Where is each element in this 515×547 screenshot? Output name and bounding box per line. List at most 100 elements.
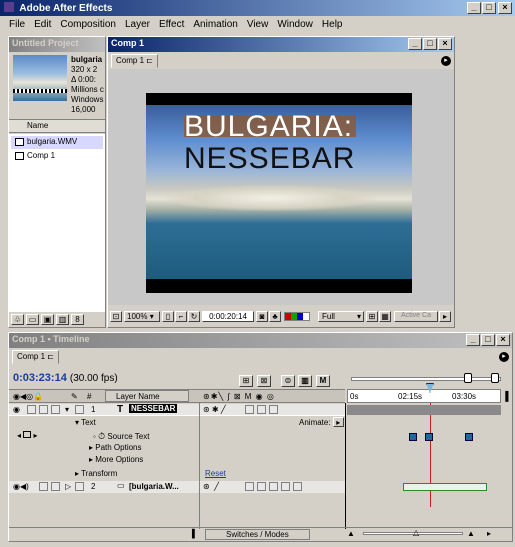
animate-arrow-icon[interactable]: ▸	[332, 417, 344, 427]
channel-icon[interactable]	[284, 312, 310, 321]
maximize-button[interactable]: □	[482, 2, 496, 14]
snapshot-icon[interactable]: ♣	[269, 311, 281, 322]
zoom-thumb-icon[interactable]: △	[413, 528, 419, 537]
label-icon[interactable]: ✎	[71, 392, 78, 401]
tab-timeline-comp[interactable]: Comp 1 ⊏	[12, 350, 59, 364]
switch-box[interactable]	[293, 482, 302, 491]
menu-item-view[interactable]: View	[247, 19, 269, 30]
switches-toggle-icon[interactable]: ▐	[189, 529, 195, 538]
grid-icon[interactable]: ⊡	[110, 311, 122, 322]
zoom-in-icon[interactable]: ▲	[467, 529, 475, 538]
layer-row[interactable]: ◉ ▾ 1 T NESSEBAR ⊛ ✱ ╱	[9, 404, 345, 416]
prop-source-text[interactable]: ◦ ⏱ Source Text	[93, 431, 149, 442]
lock-switch[interactable]	[51, 405, 60, 414]
motion-blur-icon[interactable]: M	[316, 375, 330, 387]
active-camera-select[interactable]: Active Ca	[394, 311, 438, 322]
comp-timecode[interactable]: 0:00:20:14	[202, 311, 254, 322]
av-features-icon[interactable]: ◉◀◎🔒	[13, 392, 43, 401]
region-icon[interactable]: ⊞	[366, 311, 378, 322]
scroll-arrow-icon[interactable]: ▸	[487, 529, 491, 538]
switch-box[interactable]	[257, 482, 266, 491]
comp-marker-icon[interactable]: ▐	[502, 391, 510, 401]
project-item[interactable]: Comp 1	[11, 150, 103, 163]
mask-icon[interactable]: ⌐	[175, 311, 187, 322]
rotate-icon[interactable]: ↻	[188, 311, 200, 322]
menu-item-animation[interactable]: Animation	[193, 19, 237, 30]
prop-text[interactable]: ▾ Text	[75, 418, 96, 427]
view-layout-icon[interactable]: ▸	[439, 311, 451, 322]
layer-name-header[interactable]: Layer Name	[105, 390, 189, 402]
timeline-minimize-button[interactable]: _	[466, 334, 480, 346]
layer-switches[interactable]: ⊛ ✱ ╱	[203, 405, 226, 414]
comp-flowchart-icon[interactable]: ⊞	[239, 375, 253, 387]
trash-icon[interactable]: ▥	[56, 314, 69, 325]
expand-triangle-icon[interactable]: ▷	[65, 482, 71, 491]
switch-box[interactable]	[257, 405, 266, 414]
zoom-out-icon[interactable]: ▲	[347, 529, 355, 538]
navigator-end-handle[interactable]	[491, 373, 499, 383]
keyframe[interactable]	[409, 433, 417, 441]
find-icon[interactable]: ♧	[11, 314, 24, 325]
keyframe[interactable]	[465, 433, 473, 441]
prop-transform[interactable]: ▸ Transform	[75, 469, 117, 478]
switches-icons[interactable]: ⊛✱╲ ∫ ⊠ M ◉ ◎	[203, 392, 275, 401]
navigator-start-handle[interactable]	[464, 373, 472, 383]
menu-item-help[interactable]: Help	[322, 19, 343, 30]
switch-box[interactable]	[245, 405, 254, 414]
layer-duration-bar[interactable]	[347, 405, 501, 415]
switch-box[interactable]	[245, 482, 254, 491]
timeline-maximize-button[interactable]: □	[481, 334, 495, 346]
switch-box[interactable]	[269, 482, 278, 491]
animate-menu[interactable]: Animate: ▸	[299, 417, 344, 427]
frame-blend-icon[interactable]: ▥	[298, 375, 312, 387]
menu-item-layer[interactable]: Layer	[125, 19, 150, 30]
menu-item-composition[interactable]: Composition	[60, 19, 116, 30]
safe-zones-icon[interactable]: ▯	[162, 311, 174, 322]
layer-name[interactable]: [bulgaria.W...	[129, 482, 179, 491]
switches-modes-toggle[interactable]: Switches / Modes	[205, 529, 310, 540]
prop-path-options[interactable]: ▸ Path Options	[89, 443, 142, 452]
eye-icon[interactable]: ◉	[13, 405, 20, 414]
folder-icon[interactable]: ▭	[26, 314, 39, 325]
depth-icon[interactable]: 8	[71, 314, 84, 325]
reset-link[interactable]: Reset	[205, 469, 226, 478]
solo-switch[interactable]	[39, 405, 48, 414]
keyframe-navigator[interactable]: ◂ ▸	[17, 431, 38, 440]
comp-minimize-button[interactable]: _	[408, 38, 422, 50]
project-item[interactable]: bulgaria.WMV	[11, 136, 103, 149]
menu-item-window[interactable]: Window	[277, 19, 313, 30]
label-color[interactable]	[75, 482, 84, 491]
menu-item-edit[interactable]: Edit	[34, 19, 51, 30]
time-navigator[interactable]	[351, 377, 501, 381]
zoom-select[interactable]: 100% ▾	[124, 311, 160, 322]
timeline-timecode[interactable]: 0:03:23:14 (30.00 fps)	[13, 372, 118, 384]
switch-box[interactable]	[281, 482, 290, 491]
audio-switch[interactable]	[27, 405, 36, 414]
resolution-select[interactable]: Full ▾	[318, 311, 364, 322]
keyframe[interactable]	[425, 433, 433, 441]
shy-icon[interactable]: ⊜	[281, 375, 295, 387]
tab-comp[interactable]: Comp 1 ⊏	[111, 54, 158, 68]
expand-triangle-icon[interactable]: ▾	[65, 405, 69, 414]
new-comp-icon[interactable]: ▣	[41, 314, 54, 325]
layer-in-out-bar[interactable]	[403, 483, 487, 491]
layer-name[interactable]: NESSEBAR	[129, 404, 178, 413]
close-button[interactable]: ×	[498, 2, 512, 14]
comp-menu-arrow-icon[interactable]: ▸	[441, 56, 451, 66]
draft-3d-icon[interactable]: ⊠	[257, 375, 271, 387]
minimize-button[interactable]: _	[467, 2, 481, 14]
solo-switch[interactable]	[39, 482, 48, 491]
eye-icon[interactable]: ◉◀)	[13, 482, 29, 491]
menu-item-file[interactable]: File	[9, 19, 25, 30]
camera-icon[interactable]: ◙	[256, 311, 268, 322]
transparency-icon[interactable]: ▦	[379, 311, 391, 322]
label-color[interactable]	[75, 405, 84, 414]
stopwatch-icon[interactable]: ⏱	[98, 431, 105, 441]
column-header-name[interactable]: Name	[9, 119, 105, 133]
time-ruler[interactable]: 0s 02:15s 03:30s	[347, 389, 501, 403]
prop-more-options[interactable]: ▸ More Options	[89, 455, 143, 464]
switch-box[interactable]	[269, 405, 278, 414]
comp-close-button[interactable]: ×	[438, 38, 452, 50]
lock-switch[interactable]	[51, 482, 60, 491]
timeline-close-button[interactable]: ×	[496, 334, 510, 346]
